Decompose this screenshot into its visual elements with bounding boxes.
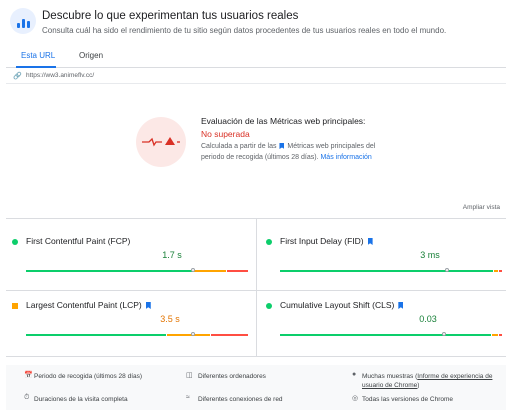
poor-segment	[226, 270, 248, 272]
section-subtitle: Consulta cuál ha sido el rendimiento de …	[42, 26, 447, 35]
metric-name-text: Largest Contentful Paint (LCP)	[26, 300, 142, 310]
bookmark-flag-icon	[367, 238, 373, 245]
distribution-bar	[280, 332, 502, 336]
metric-card: First Contentful Paint (FCP) 1.7 s	[12, 234, 248, 280]
bookmark-flag-icon	[398, 302, 404, 309]
tab-origin[interactable]: Origen	[79, 51, 103, 60]
samples-prefix: Muchas muestras (	[362, 373, 418, 380]
poor-segment	[498, 270, 502, 272]
distribution-bar	[280, 268, 502, 272]
learn-more-link[interactable]: Más información	[320, 154, 371, 161]
good-segment	[26, 334, 166, 336]
poor-segment	[498, 334, 502, 336]
metric-status-indicator	[12, 239, 18, 245]
metric-card: Cumulative Layout Shift (CLS) 0.03	[266, 298, 502, 344]
metric-value: 1.7 s	[162, 250, 182, 260]
metric-value: 0.03	[419, 314, 437, 324]
good-segment	[280, 334, 491, 336]
section-header: Descubre lo que experimentan tus usuario…	[10, 6, 505, 40]
needs-improvement-segment	[193, 270, 226, 272]
metric-name-text: Cumulative Layout Shift (CLS)	[280, 300, 395, 310]
network-text: Diferentes conexiones de red	[198, 396, 283, 403]
assessment-desc-text: Calculada a partir de las	[201, 143, 277, 150]
metric-name: Largest Contentful Paint (LCP)	[26, 300, 151, 310]
assessment-description: Calculada a partir de las Métricas web p…	[201, 142, 376, 163]
needs-improvement-segment	[494, 270, 498, 272]
data-footer: 📅 Periodo de recogida (últimos 28 días) …	[6, 365, 506, 410]
samples-text: Muchas muestras (Informe de experiencia …	[362, 372, 502, 390]
failed-assessment-icon	[136, 117, 186, 167]
metric-status-indicator	[266, 303, 272, 309]
chrome-versions: Todas las versiones de Chrome	[362, 396, 454, 403]
calendar-icon: 📅	[24, 372, 33, 379]
needs-improvement-segment	[166, 334, 211, 336]
metric-name: First Contentful Paint (FCP)	[26, 236, 130, 246]
users-chart-icon	[10, 8, 36, 34]
page-url: https://ww3.animeflv.cc/	[26, 72, 95, 79]
p75-marker	[444, 268, 449, 272]
tab-this-url[interactable]: Esta URL	[21, 51, 55, 60]
tab-bar: Esta URL Origen	[6, 46, 506, 68]
users-icon: ●	[352, 371, 357, 378]
p75-marker	[190, 332, 195, 336]
assessment-title: Evaluación de las Métricas web principal…	[201, 115, 371, 141]
divider	[256, 218, 257, 356]
bookmark-flag-icon	[279, 143, 285, 149]
good-segment	[280, 270, 494, 272]
good-segment	[26, 270, 193, 272]
needs-improvement-segment	[491, 334, 498, 336]
metric-card: Largest Contentful Paint (LCP) 3.5 s	[12, 298, 248, 344]
metric-name-text: First Contentful Paint (FCP)	[26, 236, 131, 246]
metric-status-indicator	[266, 239, 272, 245]
distribution-bar	[26, 268, 248, 272]
metric-value: 3.5 s	[160, 314, 180, 324]
metric-card: First Input Delay (FID) 3 ms	[266, 234, 502, 280]
link-icon: 🔗	[13, 73, 22, 80]
assessment-status: No superada	[201, 129, 250, 139]
metric-status-indicator	[12, 303, 18, 309]
section-title: Descubre lo que experimentan tus usuario…	[42, 10, 299, 22]
metric-name: Cumulative Layout Shift (CLS)	[280, 300, 404, 310]
poor-segment	[211, 334, 248, 336]
timer-icon: ⏱	[24, 394, 30, 401]
url-row: 🔗 https://ww3.animeflv.cc/	[6, 68, 506, 84]
samples-suffix: )	[417, 382, 420, 389]
metric-value: 3 ms	[420, 250, 440, 260]
visit-durations: Duraciones de la visita completa	[34, 396, 128, 403]
devices-icon: ◫	[186, 372, 193, 379]
devices-text: Diferentes ordenadores	[198, 373, 266, 380]
metric-name-text: First Input Delay (FID)	[280, 236, 364, 246]
chrome-icon: ◎	[352, 395, 359, 402]
p75-marker	[190, 268, 195, 272]
bookmark-flag-icon	[145, 302, 151, 309]
distribution-bar	[26, 332, 248, 336]
collection-period: Periodo de recogida (últimos 28 días)	[34, 373, 143, 380]
metric-name: First Input Delay (FID)	[280, 236, 373, 246]
assessment-label: Evaluación de las Métricas web principal…	[201, 116, 366, 126]
divider	[6, 356, 506, 357]
expand-view-button[interactable]: Ampliar vista	[463, 204, 500, 211]
wifi-icon: ≈	[186, 394, 190, 401]
